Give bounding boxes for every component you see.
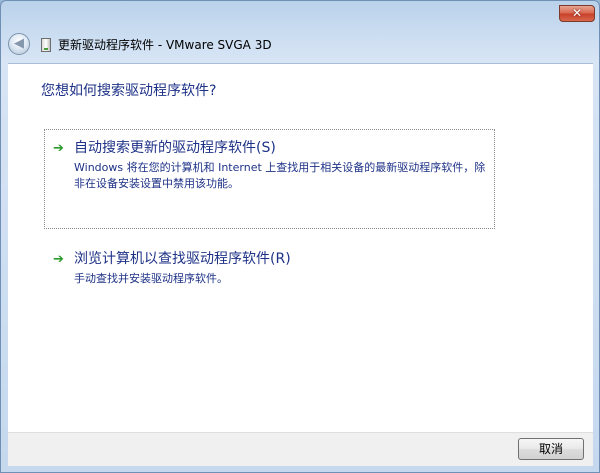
page-question: 您想如何搜索驱动程序软件? <box>41 83 217 99</box>
dialog-window: ✕ ◀ 更新驱动程序软件 - VMware SVGA 3D 您想如何搜索驱动程序… <box>0 0 600 473</box>
close-icon: ✕ <box>571 6 583 20</box>
content-panel: 您想如何搜索驱动程序软件? ➔ 自动搜索更新的驱动程序软件(S) Windows… <box>8 63 593 432</box>
footer-bar: 取消 <box>8 432 593 466</box>
option-description: 手动查找并安装驱动程序软件。 <box>74 272 228 285</box>
option-browse-computer[interactable]: ➔ 浏览计算机以查找驱动程序软件(R) 手动查找并安装驱动程序软件。 <box>44 244 495 294</box>
back-arrow-icon: ◀ <box>14 36 24 51</box>
window-title: 更新驱动程序软件 - VMware SVGA 3D <box>58 38 272 52</box>
close-button[interactable]: ✕ <box>559 5 595 22</box>
green-arrow-icon: ➔ <box>53 252 64 267</box>
option-description: Windows 将在您的计算机和 Internet 上查找用于相关设备的最新驱动… <box>74 161 486 190</box>
option-title: 浏览计算机以查找驱动程序软件(R) <box>74 251 291 267</box>
green-arrow-icon: ➔ <box>53 141 64 156</box>
back-button[interactable]: ◀ <box>8 33 30 55</box>
device-icon <box>41 38 51 52</box>
option-title: 自动搜索更新的驱动程序软件(S) <box>74 140 276 156</box>
cancel-button[interactable]: 取消 <box>518 438 584 460</box>
option-auto-search[interactable]: ➔ 自动搜索更新的驱动程序软件(S) Windows 将在您的计算机和 Inte… <box>44 129 495 229</box>
